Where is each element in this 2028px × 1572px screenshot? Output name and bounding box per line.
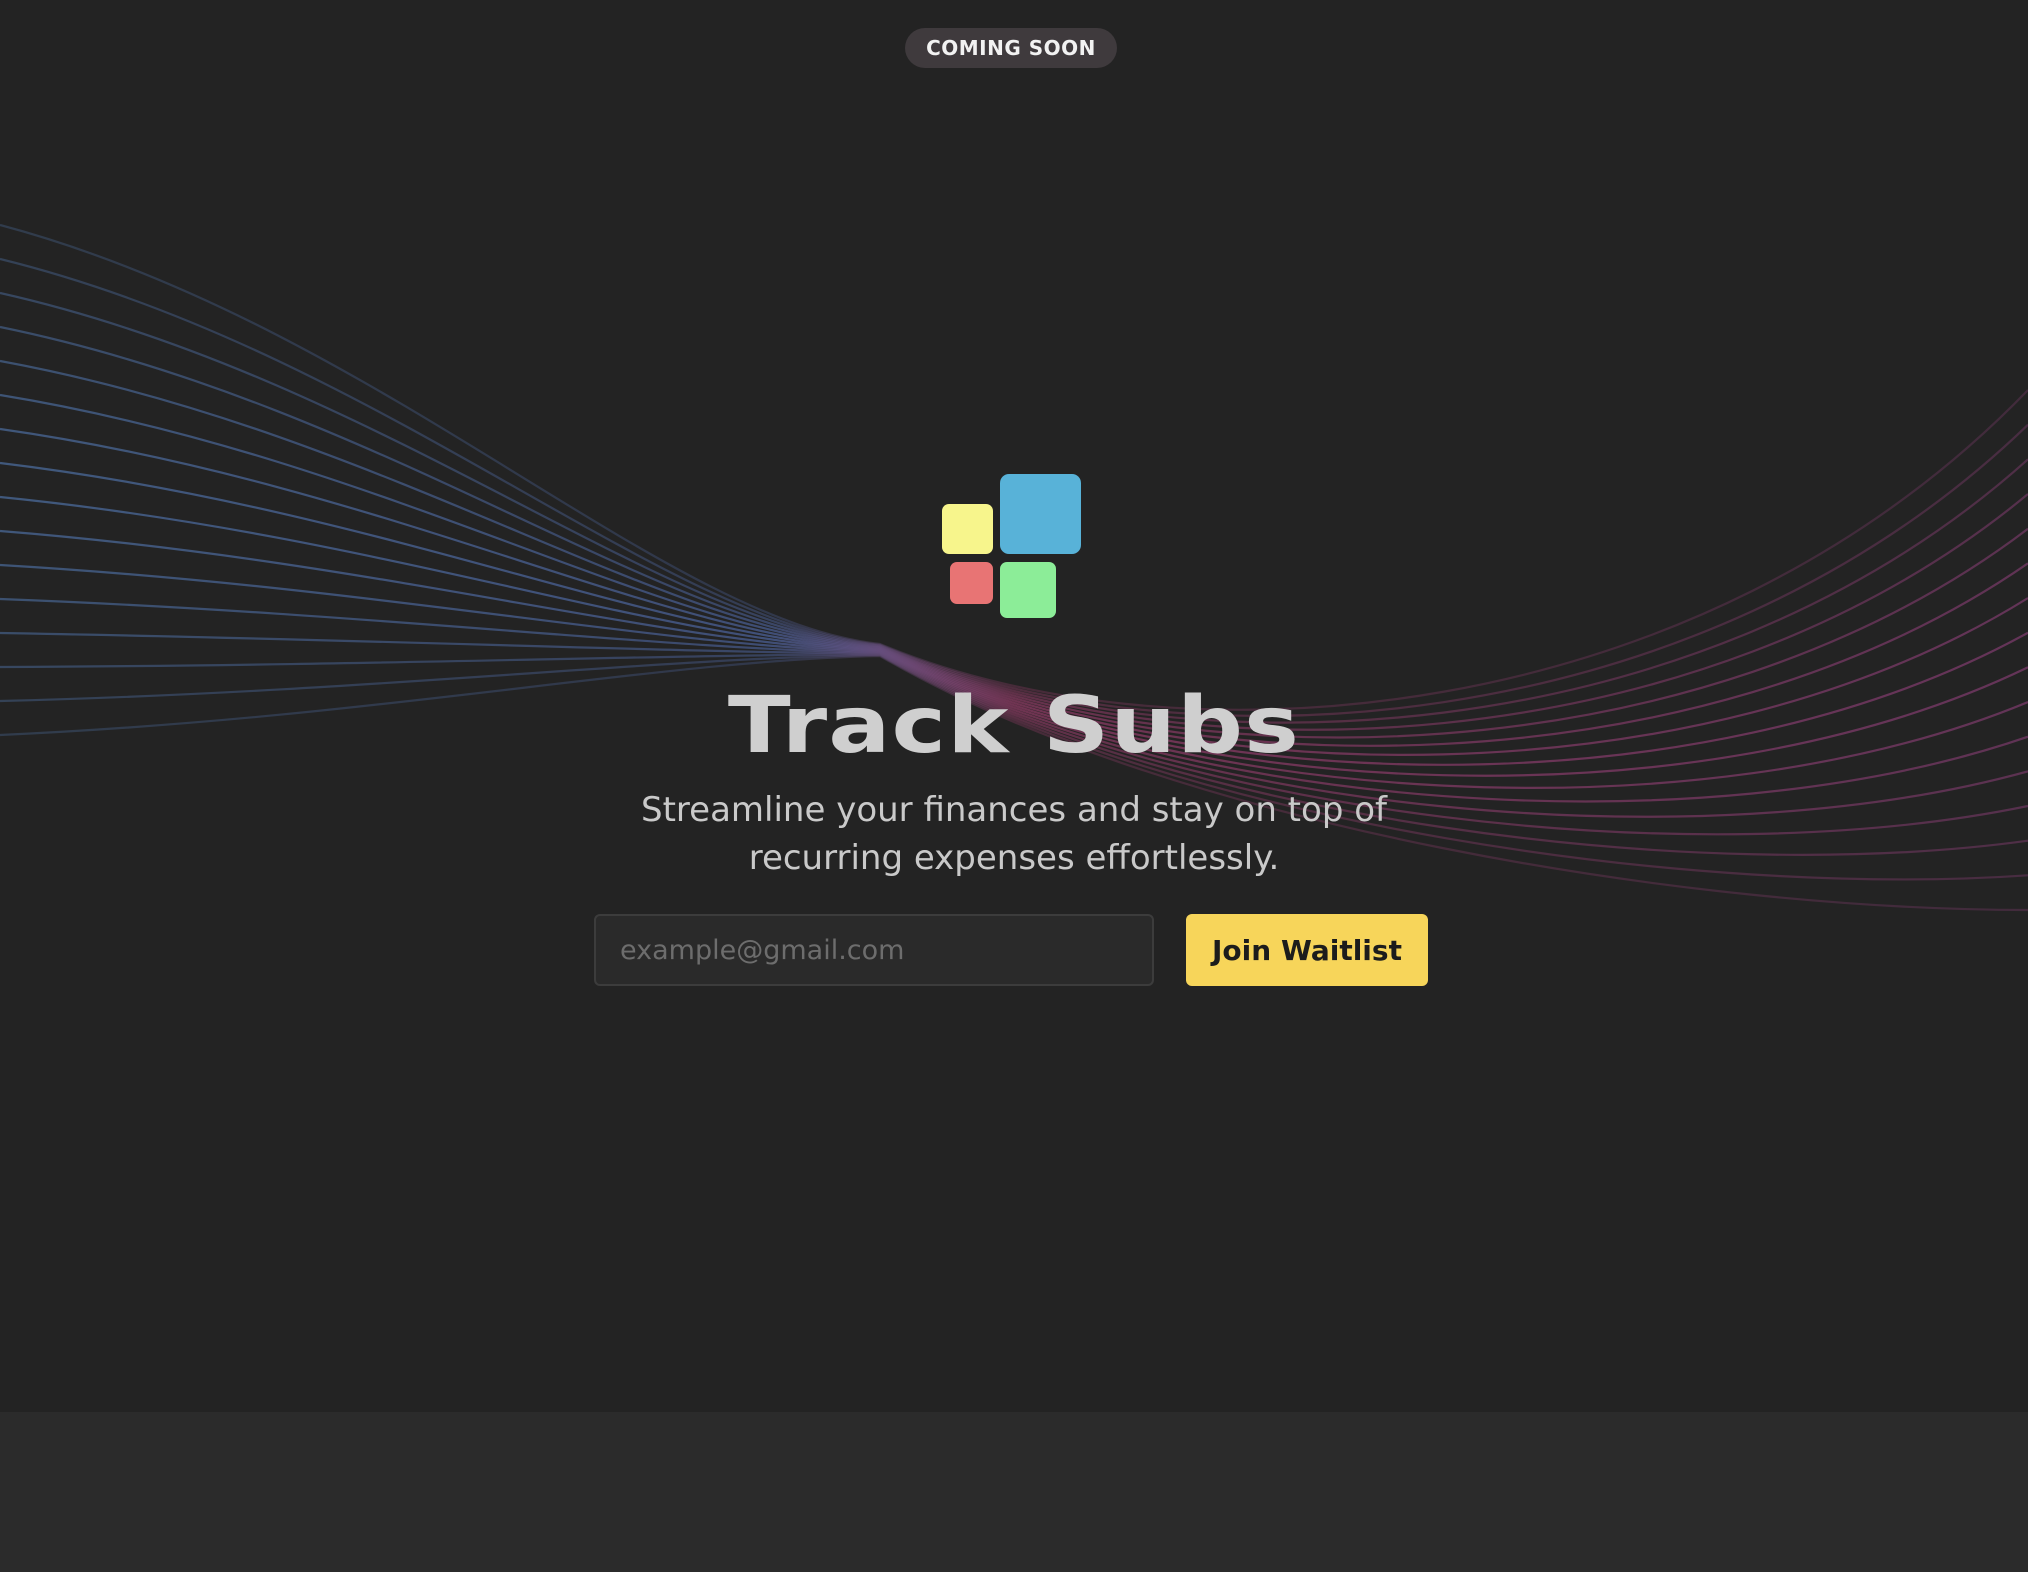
footer-band — [0, 1412, 2028, 1572]
logo-red-tile — [950, 562, 993, 604]
app-logo-icon — [940, 474, 1082, 620]
landing-page: COMING SOON Track Subs Streamline your f… — [0, 0, 2028, 1572]
tagline-line-1: Streamline your finances and stay on top… — [641, 790, 1387, 830]
logo-blue-tile — [1000, 474, 1081, 554]
email-field[interactable] — [594, 914, 1154, 986]
join-waitlist-button[interactable]: Join Waitlist — [1186, 914, 1428, 986]
coming-soon-badge: COMING SOON — [905, 28, 1117, 68]
logo-green-tile — [1000, 562, 1056, 618]
tagline-line-2: recurring expenses effortlessly. — [748, 838, 1280, 878]
page-title: Track Subs — [727, 681, 1301, 771]
wave-line — [0, 223, 2028, 711]
logo-yellow-tile — [942, 504, 993, 554]
tagline: Streamline your finances and stay on top… — [564, 786, 1464, 882]
